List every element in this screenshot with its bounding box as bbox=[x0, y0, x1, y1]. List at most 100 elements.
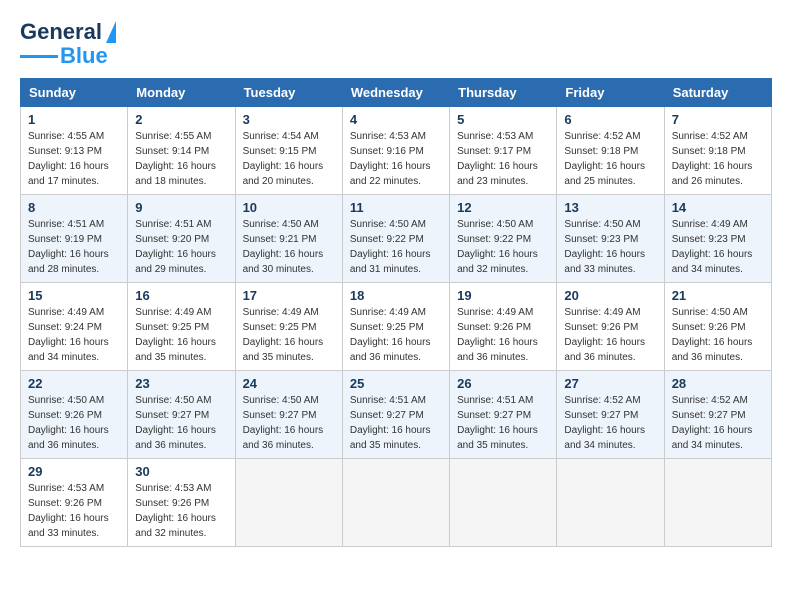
sunset-label: Sunset: 9:26 PM bbox=[28, 498, 102, 509]
day-info: Sunrise: 4:50 AM Sunset: 9:27 PM Dayligh… bbox=[243, 393, 335, 453]
sunset-label: Sunset: 9:27 PM bbox=[350, 410, 424, 421]
weekday-header-saturday: Saturday bbox=[664, 79, 771, 107]
daylight-label: Daylight: 16 hours and 25 minutes. bbox=[564, 161, 645, 187]
daylight-label: Daylight: 16 hours and 36 minutes. bbox=[672, 337, 753, 363]
day-number: 18 bbox=[350, 288, 442, 303]
day-number: 29 bbox=[28, 464, 120, 479]
day-number: 12 bbox=[457, 200, 549, 215]
sunset-label: Sunset: 9:25 PM bbox=[350, 322, 424, 333]
calendar-cell: 12 Sunrise: 4:50 AM Sunset: 9:22 PM Dayl… bbox=[450, 195, 557, 283]
day-info: Sunrise: 4:51 AM Sunset: 9:19 PM Dayligh… bbox=[28, 217, 120, 277]
sunrise-label: Sunrise: 4:49 AM bbox=[672, 219, 748, 230]
sunrise-label: Sunrise: 4:53 AM bbox=[135, 483, 211, 494]
calendar-cell: 9 Sunrise: 4:51 AM Sunset: 9:20 PM Dayli… bbox=[128, 195, 235, 283]
sunset-label: Sunset: 9:26 PM bbox=[28, 410, 102, 421]
day-info: Sunrise: 4:51 AM Sunset: 9:27 PM Dayligh… bbox=[457, 393, 549, 453]
sunset-label: Sunset: 9:23 PM bbox=[564, 234, 638, 245]
day-number: 14 bbox=[672, 200, 764, 215]
calendar-cell: 30 Sunrise: 4:53 AM Sunset: 9:26 PM Dayl… bbox=[128, 459, 235, 547]
day-number: 19 bbox=[457, 288, 549, 303]
day-info: Sunrise: 4:49 AM Sunset: 9:24 PM Dayligh… bbox=[28, 305, 120, 365]
calendar-cell bbox=[557, 459, 664, 547]
weekday-header-monday: Monday bbox=[128, 79, 235, 107]
sunset-label: Sunset: 9:25 PM bbox=[243, 322, 317, 333]
day-info: Sunrise: 4:49 AM Sunset: 9:25 PM Dayligh… bbox=[135, 305, 227, 365]
sunrise-label: Sunrise: 4:50 AM bbox=[350, 219, 426, 230]
daylight-label: Daylight: 16 hours and 33 minutes. bbox=[28, 513, 109, 539]
weekday-header-wednesday: Wednesday bbox=[342, 79, 449, 107]
daylight-label: Daylight: 16 hours and 35 minutes. bbox=[350, 425, 431, 451]
sunrise-label: Sunrise: 4:52 AM bbox=[564, 395, 640, 406]
calendar-cell: 3 Sunrise: 4:54 AM Sunset: 9:15 PM Dayli… bbox=[235, 107, 342, 195]
day-number: 27 bbox=[564, 376, 656, 391]
day-number: 5 bbox=[457, 112, 549, 127]
day-number: 24 bbox=[243, 376, 335, 391]
daylight-label: Daylight: 16 hours and 30 minutes. bbox=[243, 249, 324, 275]
daylight-label: Daylight: 16 hours and 34 minutes. bbox=[28, 337, 109, 363]
daylight-label: Daylight: 16 hours and 36 minutes. bbox=[457, 337, 538, 363]
day-number: 1 bbox=[28, 112, 120, 127]
daylight-label: Daylight: 16 hours and 34 minutes. bbox=[672, 425, 753, 451]
calendar-cell: 17 Sunrise: 4:49 AM Sunset: 9:25 PM Dayl… bbox=[235, 283, 342, 371]
sunset-label: Sunset: 9:27 PM bbox=[457, 410, 531, 421]
daylight-label: Daylight: 16 hours and 35 minutes. bbox=[457, 425, 538, 451]
sunrise-label: Sunrise: 4:50 AM bbox=[243, 395, 319, 406]
sunrise-label: Sunrise: 4:49 AM bbox=[243, 307, 319, 318]
day-info: Sunrise: 4:49 AM Sunset: 9:23 PM Dayligh… bbox=[672, 217, 764, 277]
day-info: Sunrise: 4:50 AM Sunset: 9:26 PM Dayligh… bbox=[672, 305, 764, 365]
day-info: Sunrise: 4:50 AM Sunset: 9:22 PM Dayligh… bbox=[350, 217, 442, 277]
weekday-header-friday: Friday bbox=[557, 79, 664, 107]
sunset-label: Sunset: 9:26 PM bbox=[457, 322, 531, 333]
daylight-label: Daylight: 16 hours and 29 minutes. bbox=[135, 249, 216, 275]
calendar-cell: 10 Sunrise: 4:50 AM Sunset: 9:21 PM Dayl… bbox=[235, 195, 342, 283]
daylight-label: Daylight: 16 hours and 31 minutes. bbox=[350, 249, 431, 275]
sunrise-label: Sunrise: 4:53 AM bbox=[350, 131, 426, 142]
calendar-cell: 5 Sunrise: 4:53 AM Sunset: 9:17 PM Dayli… bbox=[450, 107, 557, 195]
day-number: 20 bbox=[564, 288, 656, 303]
sunset-label: Sunset: 9:21 PM bbox=[243, 234, 317, 245]
day-info: Sunrise: 4:49 AM Sunset: 9:26 PM Dayligh… bbox=[564, 305, 656, 365]
daylight-label: Daylight: 16 hours and 18 minutes. bbox=[135, 161, 216, 187]
day-number: 16 bbox=[135, 288, 227, 303]
daylight-label: Daylight: 16 hours and 35 minutes. bbox=[135, 337, 216, 363]
calendar-cell: 1 Sunrise: 4:55 AM Sunset: 9:13 PM Dayli… bbox=[21, 107, 128, 195]
sunrise-label: Sunrise: 4:50 AM bbox=[564, 219, 640, 230]
day-info: Sunrise: 4:51 AM Sunset: 9:20 PM Dayligh… bbox=[135, 217, 227, 277]
calendar-cell: 20 Sunrise: 4:49 AM Sunset: 9:26 PM Dayl… bbox=[557, 283, 664, 371]
daylight-label: Daylight: 16 hours and 20 minutes. bbox=[243, 161, 324, 187]
sunset-label: Sunset: 9:26 PM bbox=[672, 322, 746, 333]
sunrise-label: Sunrise: 4:49 AM bbox=[457, 307, 533, 318]
day-number: 26 bbox=[457, 376, 549, 391]
sunset-label: Sunset: 9:27 PM bbox=[135, 410, 209, 421]
sunset-label: Sunset: 9:22 PM bbox=[350, 234, 424, 245]
weekday-header-thursday: Thursday bbox=[450, 79, 557, 107]
calendar-cell: 14 Sunrise: 4:49 AM Sunset: 9:23 PM Dayl… bbox=[664, 195, 771, 283]
calendar-cell: 18 Sunrise: 4:49 AM Sunset: 9:25 PM Dayl… bbox=[342, 283, 449, 371]
sunrise-label: Sunrise: 4:52 AM bbox=[672, 395, 748, 406]
day-number: 4 bbox=[350, 112, 442, 127]
day-number: 6 bbox=[564, 112, 656, 127]
day-info: Sunrise: 4:54 AM Sunset: 9:15 PM Dayligh… bbox=[243, 129, 335, 189]
calendar-cell: 15 Sunrise: 4:49 AM Sunset: 9:24 PM Dayl… bbox=[21, 283, 128, 371]
logo-general-text: General bbox=[20, 20, 102, 44]
day-info: Sunrise: 4:53 AM Sunset: 9:26 PM Dayligh… bbox=[135, 481, 227, 541]
day-number: 10 bbox=[243, 200, 335, 215]
calendar-week-row: 1 Sunrise: 4:55 AM Sunset: 9:13 PM Dayli… bbox=[21, 107, 772, 195]
day-number: 25 bbox=[350, 376, 442, 391]
day-info: Sunrise: 4:52 AM Sunset: 9:18 PM Dayligh… bbox=[564, 129, 656, 189]
daylight-label: Daylight: 16 hours and 28 minutes. bbox=[28, 249, 109, 275]
sunrise-label: Sunrise: 4:52 AM bbox=[564, 131, 640, 142]
sunset-label: Sunset: 9:27 PM bbox=[564, 410, 638, 421]
sunset-label: Sunset: 9:20 PM bbox=[135, 234, 209, 245]
sunrise-label: Sunrise: 4:51 AM bbox=[135, 219, 211, 230]
sunset-label: Sunset: 9:25 PM bbox=[135, 322, 209, 333]
calendar-week-row: 29 Sunrise: 4:53 AM Sunset: 9:26 PM Dayl… bbox=[21, 459, 772, 547]
day-info: Sunrise: 4:52 AM Sunset: 9:18 PM Dayligh… bbox=[672, 129, 764, 189]
day-info: Sunrise: 4:49 AM Sunset: 9:25 PM Dayligh… bbox=[350, 305, 442, 365]
calendar-cell: 19 Sunrise: 4:49 AM Sunset: 9:26 PM Dayl… bbox=[450, 283, 557, 371]
day-number: 30 bbox=[135, 464, 227, 479]
day-info: Sunrise: 4:53 AM Sunset: 9:26 PM Dayligh… bbox=[28, 481, 120, 541]
sunrise-label: Sunrise: 4:53 AM bbox=[28, 483, 104, 494]
sunrise-label: Sunrise: 4:53 AM bbox=[457, 131, 533, 142]
calendar-cell: 21 Sunrise: 4:50 AM Sunset: 9:26 PM Dayl… bbox=[664, 283, 771, 371]
